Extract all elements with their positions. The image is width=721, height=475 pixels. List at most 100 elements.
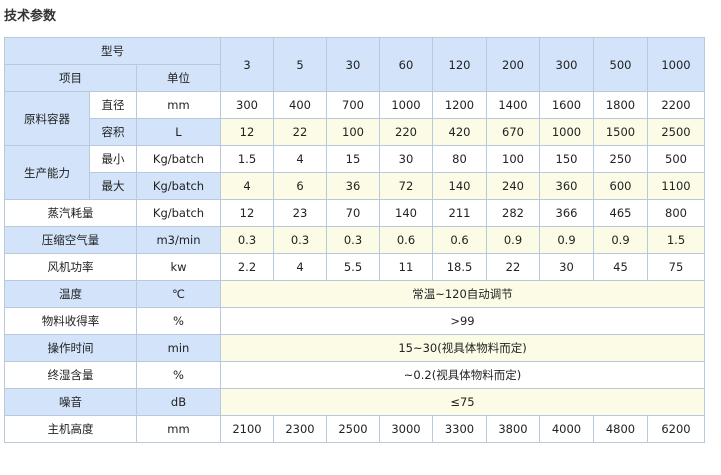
value-cell: 400: [273, 91, 327, 119]
row-label: 主机高度: [4, 415, 137, 443]
unit-cell: m3/min: [136, 226, 221, 254]
table-row: 终湿含量% ~0.2(视具体物料而定): [4, 361, 705, 389]
value-cell: 22: [486, 253, 540, 281]
value-cell: 140: [432, 172, 487, 200]
unit-cell: %: [136, 361, 221, 389]
value-cell: 282: [486, 199, 540, 227]
table-row: 最大 Kg/batch 4 6 36 72 140 240 360 600 1100: [5, 172, 705, 200]
table-row: 噪音 dB ≤75: [4, 388, 705, 416]
merged-value-cell: ≤75: [220, 388, 705, 416]
value-cell: 5.5: [326, 253, 380, 281]
row-label: 风机功率: [4, 253, 137, 281]
value-cell: 1800: [593, 91, 648, 119]
row-label: 噪音: [4, 388, 137, 416]
model-header: 1000: [647, 37, 705, 92]
table-row: 风机功率 kw 2.2 4 5.5 11 18.5 22 30 45 75: [4, 253, 705, 281]
value-cell: 100: [486, 145, 540, 173]
table-row: 主机高度 mm 2100 2300 2500 3000 3300 3800 4000 4800 62…: [4, 415, 705, 443]
item-label: 项目: [4, 64, 137, 92]
merged-value-cell: 常温~120自动调节: [220, 280, 705, 308]
unit-cell: Kg/batch: [136, 199, 221, 227]
value-cell: 4: [273, 253, 327, 281]
row-label: 物料收得率: [4, 307, 137, 335]
value-cell: 250: [593, 145, 648, 173]
value-cell: 4: [273, 145, 327, 173]
value-cell: 1.5: [647, 226, 705, 254]
value-cell: 12: [220, 118, 274, 146]
model-header: 120: [432, 37, 487, 92]
model-header: 200: [486, 37, 540, 92]
value-cell: 0.3: [326, 226, 380, 254]
value-cell: 30: [379, 145, 433, 173]
spec-table: 型号 3 5 30 60 120 200 300 500 1000 项目 单位 原料容器 直径 mm 300 4…: [4, 37, 705, 443]
value-cell: 3300: [432, 415, 487, 443]
value-cell: 4800: [593, 415, 648, 443]
value-cell: 4000: [539, 415, 594, 443]
table-row: 蒸汽耗量 Kg/batch 12 23 70 140 211 282 366 465 800: [4, 199, 705, 227]
value-cell: 2500: [326, 415, 380, 443]
model-header: 3: [220, 37, 274, 92]
value-cell: 1000: [379, 91, 433, 119]
unit-cell: %: [136, 307, 221, 335]
value-cell: 100: [326, 118, 380, 146]
value-cell: 1500: [593, 118, 648, 146]
unit-cell: L: [136, 118, 221, 146]
table-row: 压缩空气量 m3/min 0.3 0.3 0.3 0.6 0.6 0.9 0.9 0.9 1.5: [4, 226, 705, 254]
value-cell: 23: [273, 199, 327, 227]
value-cell: 75: [647, 253, 705, 281]
value-cell: 360: [539, 172, 594, 200]
value-cell: 72: [379, 172, 433, 200]
row-label: 最大: [89, 172, 137, 200]
unit-cell: min: [136, 334, 221, 362]
value-cell: 800: [647, 199, 705, 227]
unit-cell: mm: [136, 91, 221, 119]
row-label: 直径: [89, 91, 137, 119]
unit-label: 单位: [136, 64, 221, 92]
table-row: 物料收得率% >99: [4, 307, 705, 335]
value-cell: 1200: [432, 91, 487, 119]
group-label: 原料容器: [4, 91, 90, 146]
value-cell: 600: [593, 172, 648, 200]
value-cell: 3800: [486, 415, 540, 443]
value-cell: 150: [539, 145, 594, 173]
model-header: 30: [326, 37, 380, 92]
value-cell: 465: [593, 199, 648, 227]
group-label: 生产能力: [4, 145, 90, 200]
value-cell: 240: [486, 172, 540, 200]
value-cell: 1600: [539, 91, 594, 119]
value-cell: 366: [539, 199, 594, 227]
value-cell: 0.9: [486, 226, 540, 254]
value-cell: 70: [326, 199, 380, 227]
value-cell: 36: [326, 172, 380, 200]
model-header: 5: [273, 37, 327, 92]
merged-value-cell: ~0.2(视具体物料而定): [220, 361, 705, 389]
unit-cell: kw: [136, 253, 221, 281]
value-cell: 220: [379, 118, 433, 146]
table-row: 原料容器 直径 mm 300 400 700 1000 1200 1400 1600 1800 220…: [4, 91, 705, 146]
row-label: 温度: [4, 280, 137, 308]
row-label: 压缩空气量: [4, 226, 137, 254]
value-cell: 300: [220, 91, 274, 119]
value-cell: 0.9: [539, 226, 594, 254]
value-cell: 30: [539, 253, 594, 281]
value-cell: 0.3: [220, 226, 274, 254]
value-cell: 45: [593, 253, 648, 281]
value-cell: 1400: [486, 91, 540, 119]
value-cell: 18.5: [432, 253, 487, 281]
unit-cell: dB: [136, 388, 221, 416]
value-cell: 500: [647, 145, 705, 173]
table-row: 温度 ℃ 常温~120自动调节: [4, 280, 705, 308]
merged-value-cell: >99: [220, 307, 705, 335]
value-cell: 12: [220, 199, 274, 227]
value-cell: 6: [273, 172, 327, 200]
model-header: 500: [593, 37, 648, 92]
row-label: 最小: [89, 145, 137, 173]
value-cell: 11: [379, 253, 433, 281]
model-label: 型号: [4, 37, 221, 65]
table-row: 操作时间 min 15~30(视具体物料而定): [4, 334, 705, 362]
value-cell: 2500: [647, 118, 705, 146]
value-cell: 0.9: [593, 226, 648, 254]
value-cell: 0.6: [379, 226, 433, 254]
value-cell: 1.5: [220, 145, 274, 173]
header-row: 型号 3 5 30 60 120 200 300 500 1000: [4, 37, 705, 92]
